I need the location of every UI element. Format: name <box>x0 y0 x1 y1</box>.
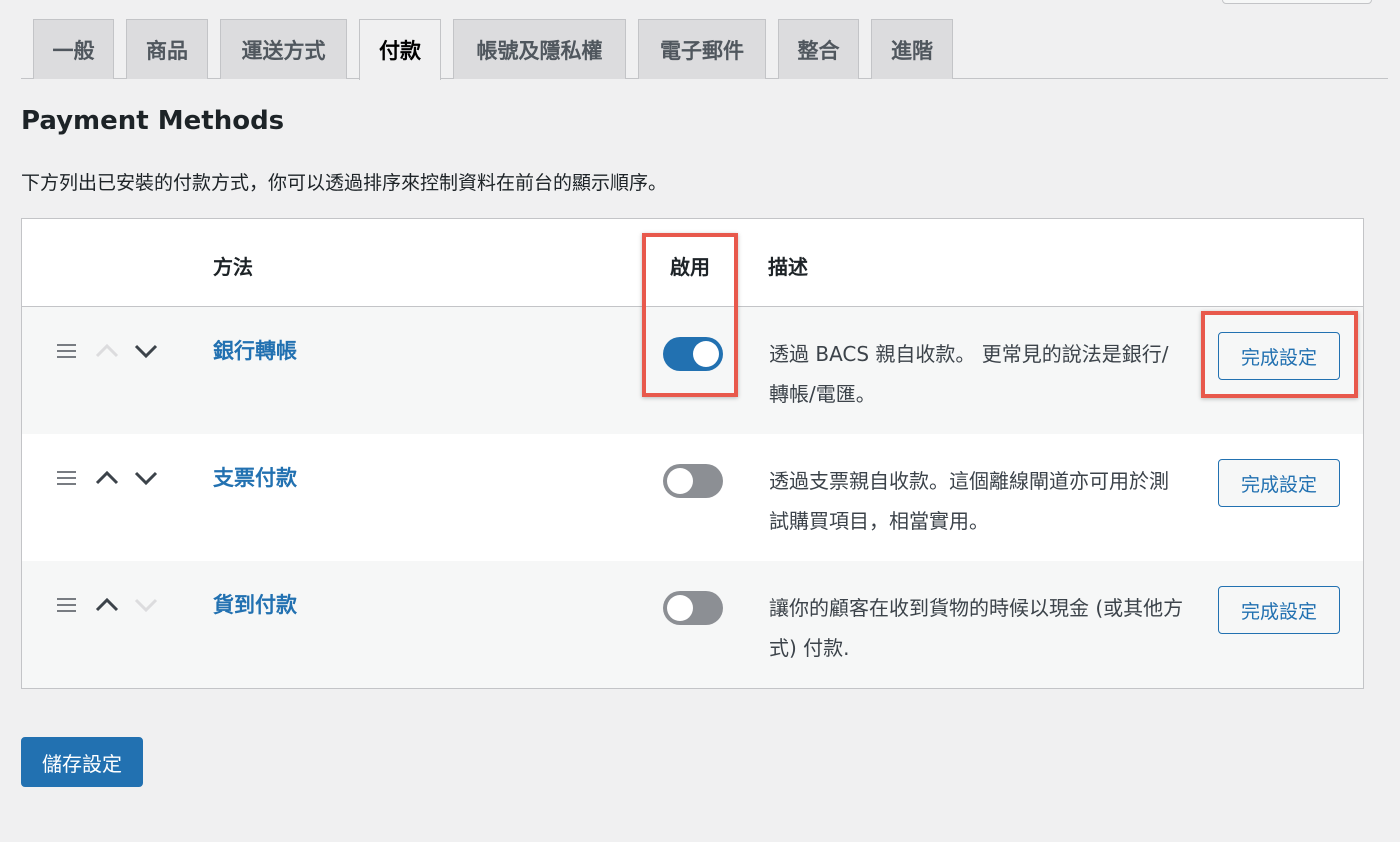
column-header-description: 描述 <box>768 255 808 279</box>
finish-setup-button[interactable]: 完成設定 <box>1218 586 1340 634</box>
method-link-cod[interactable]: 貨到付款 <box>213 589 297 619</box>
chevron-down-icon[interactable] <box>132 595 160 615</box>
save-settings-button[interactable]: 儲存設定 <box>21 737 143 787</box>
top-right-control[interactable] <box>1222 0 1372 4</box>
tab-integration[interactable]: 整合 <box>778 19 859 79</box>
finish-setup-button[interactable]: 完成設定 <box>1218 332 1340 380</box>
chevron-up-icon[interactable] <box>93 468 121 488</box>
finish-setup-button[interactable]: 完成設定 <box>1218 459 1340 507</box>
method-description: 透過 BACS 親自收款。 更常見的說法是銀行/轉帳/電匯。 <box>769 342 1169 406</box>
column-header-enabled: 啟用 <box>670 255 710 279</box>
method-description: 讓你的顧客在收到貨物的時候以現金 (或其他方式) 付款. <box>769 596 1184 660</box>
drag-handle-icon[interactable] <box>57 471 76 485</box>
tab-advanced[interactable]: 進階 <box>871 19 953 79</box>
drag-handle-icon[interactable] <box>57 598 76 612</box>
drag-handle-icon[interactable] <box>57 344 76 358</box>
table-row: 貨到付款 讓你的顧客在收到貨物的時候以現金 (或其他方式) 付款. 完成設定 <box>22 561 1363 688</box>
chevron-up-icon[interactable] <box>93 341 121 361</box>
toggle-knob <box>667 595 693 621</box>
column-header-method: 方法 <box>213 255 253 279</box>
enable-toggle-bank-transfer[interactable] <box>663 337 723 371</box>
table-row: 銀行轉帳 透過 BACS 親自收款。 更常見的說法是銀行/轉帳/電匯。 完成設定 <box>22 307 1363 434</box>
tab-emails[interactable]: 電子郵件 <box>638 19 766 79</box>
chevron-down-icon[interactable] <box>132 468 160 488</box>
table-header: 方法 啟用 描述 <box>22 219 1363 307</box>
tab-accounts-privacy[interactable]: 帳號及隱私權 <box>453 19 626 79</box>
method-link-bank-transfer[interactable]: 銀行轉帳 <box>213 335 297 365</box>
enable-toggle-cod[interactable] <box>663 591 723 625</box>
tab-shipping[interactable]: 運送方式 <box>220 19 347 79</box>
toggle-knob <box>693 341 719 367</box>
payment-methods-table: 方法 啟用 描述 銀行轉帳 透過 BACS 親自收款。 更常見的說法是銀行/轉帳… <box>21 218 1364 689</box>
chevron-down-icon[interactable] <box>132 341 160 361</box>
tab-general[interactable]: 一般 <box>33 19 114 79</box>
settings-tabs: 一般 商品 運送方式 付款 帳號及隱私權 電子郵件 整合 進階 <box>21 19 1388 80</box>
method-description: 透過支票親自收款。這個離線閘道亦可用於測試購買項目，相當實用。 <box>769 469 1169 533</box>
tab-products[interactable]: 商品 <box>126 19 208 79</box>
page-title: Payment Methods <box>21 106 285 136</box>
page-intro: 下方列出已安裝的付款方式，你可以透過排序來控制資料在前台的顯示順序。 <box>21 172 668 194</box>
method-link-cheque[interactable]: 支票付款 <box>213 462 297 492</box>
table-row: 支票付款 透過支票親自收款。這個離線閘道亦可用於測試購買項目，相當實用。 完成設… <box>22 434 1363 561</box>
enable-toggle-cheque[interactable] <box>663 464 723 498</box>
tab-payments[interactable]: 付款 <box>359 19 441 80</box>
toggle-knob <box>667 468 693 494</box>
chevron-up-icon[interactable] <box>93 595 121 615</box>
